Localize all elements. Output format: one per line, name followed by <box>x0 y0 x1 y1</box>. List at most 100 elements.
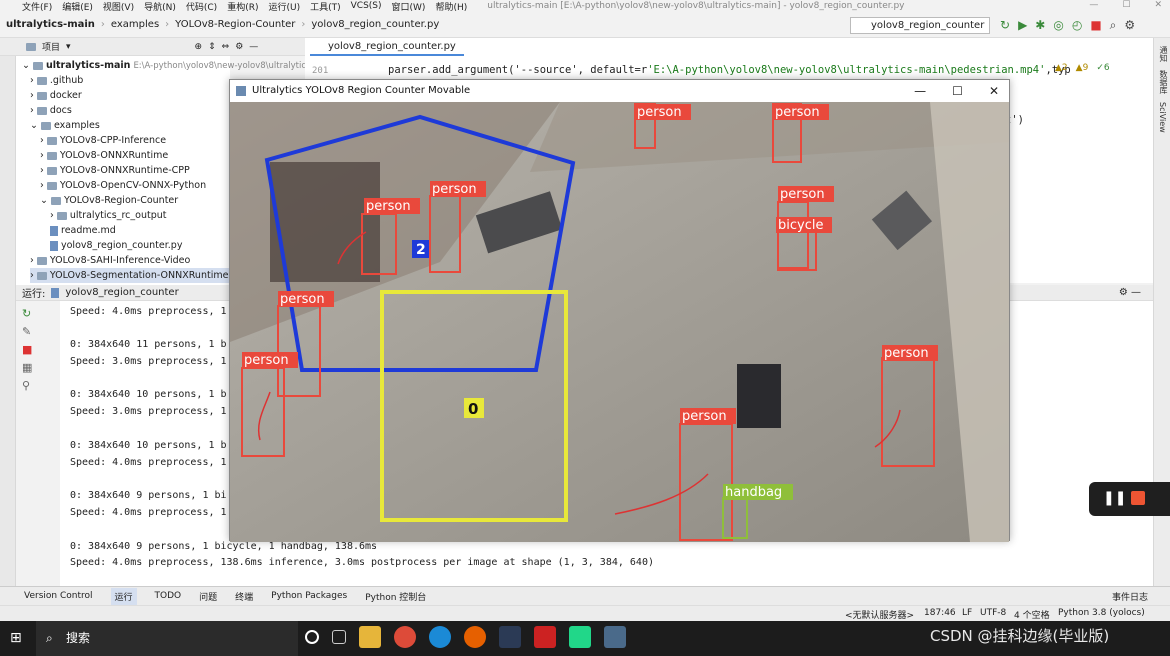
taskbar-search[interactable]: ⌕ 搜索 <box>36 621 298 656</box>
notifications-tab[interactable]: 通知 <box>1158 46 1169 62</box>
status-interpreter[interactable]: Python 3.8 (yolocs) <box>1058 608 1145 618</box>
coverage-icon[interactable]: ◎ <box>1053 18 1063 33</box>
tree-item[interactable]: › YOLOv8-CPP-Inference <box>40 133 166 148</box>
minimize-icon[interactable]: — <box>914 80 926 102</box>
menu-item[interactable]: VCS(S) <box>351 1 382 11</box>
task-view-icon[interactable] <box>332 630 346 644</box>
tree-item[interactable]: › YOLOv8-OpenCV-ONNX-Python <box>40 178 206 193</box>
sciview-tab[interactable]: SciView <box>1158 102 1167 133</box>
app-icon[interactable] <box>499 626 521 648</box>
search-icon[interactable]: ⌕ <box>1110 18 1117 33</box>
tree-item[interactable]: › YOLOv8-ONNXRuntime-CPP <box>40 163 190 178</box>
recorder-icon[interactable] <box>534 626 556 648</box>
pause-icon[interactable]: ❚❚ <box>1103 490 1126 506</box>
breadcrumb-item[interactable]: yolov8_region_counter.py <box>311 19 439 30</box>
stop-icon[interactable]: ■ <box>1090 18 1101 33</box>
stop-icon[interactable]: ■ <box>22 343 60 356</box>
close-icon[interactable]: ✕ <box>989 80 999 102</box>
menu-item[interactable]: 窗口(W) <box>392 0 426 13</box>
tab-python-packages[interactable]: Python Packages <box>271 591 347 601</box>
collapse-icon[interactable]: ⇕ <box>208 42 216 52</box>
tree-item[interactable]: › YOLOv8-ONNXRuntime <box>40 148 168 163</box>
tree-item[interactable]: › YOLOv8-Segmentation-ONNXRuntime <box>30 268 230 283</box>
status-position[interactable]: 187:46 <box>924 608 956 618</box>
status-encoding[interactable]: UTF-8 <box>980 608 1006 618</box>
tree-item[interactable]: › ultralytics_rc_output <box>50 208 166 223</box>
event-log[interactable]: 事件日志 <box>1112 590 1148 603</box>
menu-item[interactable]: 视图(V) <box>103 0 134 13</box>
gear-icon[interactable]: ⚙ — <box>1119 287 1141 298</box>
chrome-icon[interactable] <box>394 626 416 648</box>
hide-icon[interactable]: — <box>249 42 258 52</box>
cortana-icon[interactable] <box>305 630 319 644</box>
stop-record-icon[interactable] <box>1131 491 1145 505</box>
rerun-icon[interactable]: ↻ <box>22 307 60 320</box>
video-frame[interactable]: 2 0 person person person person person b… <box>230 102 1009 542</box>
chevron-down-icon[interactable]: ▾ <box>66 42 71 52</box>
editor-tab[interactable]: yolov8_region_counter.py <box>310 40 464 56</box>
tree-item[interactable]: › .github <box>30 73 83 88</box>
tree-item[interactable]: ⌄ YOLOv8-Region-Counter <box>40 193 178 208</box>
menu-item[interactable]: 工具(T) <box>310 0 341 13</box>
project-panel-header: 项目 ▾ ⊕ ⇕ ⇔ ⚙ — <box>0 38 305 56</box>
tab-version-control[interactable]: Version Control <box>24 591 93 601</box>
tab-python-console[interactable]: Python 控制台 <box>365 590 426 603</box>
cv-window-title[interactable]: Ultralytics YOLOv8 Region Counter Movabl… <box>230 80 1009 102</box>
tree-root[interactable]: ⌄ ultralytics-main E:\A-python\yolov8\new-… <box>22 58 306 73</box>
tab-run[interactable]: 运行 <box>110 587 137 605</box>
close-icon[interactable]: ✕ <box>1154 0 1162 12</box>
breadcrumb-item[interactable]: ultralytics-main <box>6 19 95 30</box>
breadcrumb-item[interactable]: examples <box>111 19 159 30</box>
menu-item[interactable]: 导航(N) <box>144 0 176 13</box>
status-server[interactable]: <无默认服务器> <box>845 608 914 621</box>
wrench-icon[interactable]: ✎ <box>22 325 60 338</box>
gear-icon[interactable]: ⚙ <box>1124 18 1135 33</box>
gear-icon[interactable]: ⚙ <box>235 42 243 52</box>
tab-problems[interactable]: 问题 <box>199 590 217 603</box>
maximize-icon[interactable]: ☐ <box>1122 0 1130 12</box>
tree-item[interactable]: yolov8_region_counter.py <box>50 238 182 253</box>
debug-icon[interactable]: ✱ <box>1035 18 1045 33</box>
status-line-ending[interactable]: LF <box>962 608 972 618</box>
inspection-widget[interactable]: ▲2 ▲9 ✓6 <box>1055 63 1110 73</box>
run-icon[interactable]: ▶ <box>1018 18 1027 33</box>
firefox-icon[interactable] <box>464 626 486 648</box>
tree-item[interactable]: › docs <box>30 103 72 118</box>
folder-icon <box>26 42 36 51</box>
edge-icon[interactable] <box>429 626 451 648</box>
minimize-icon[interactable]: — <box>1089 0 1098 12</box>
console-line: Speed: 3.0ms preprocess, 1 <box>70 406 227 417</box>
menu-item[interactable]: 文件(F) <box>22 0 52 13</box>
tab-todo[interactable]: TODO <box>155 591 182 601</box>
tree-item[interactable]: ⌄ examples <box>30 118 100 133</box>
expand-icon[interactable]: ⇔ <box>222 42 230 52</box>
profile-icon[interactable]: ◴ <box>1072 18 1082 33</box>
project-header-label[interactable]: 项目 <box>42 40 60 53</box>
breadcrumb-item[interactable]: YOLOv8-Region-Counter <box>175 19 295 30</box>
target-icon[interactable]: ⊕ <box>195 42 203 52</box>
pin-icon[interactable]: ⚲ <box>22 379 60 392</box>
layout-icon[interactable]: ▦ <box>22 361 60 374</box>
opencv-window-icon[interactable] <box>604 626 626 648</box>
menu-item[interactable]: 运行(U) <box>268 0 300 13</box>
rerun-icon[interactable]: ↻ <box>1000 18 1010 33</box>
maximize-icon[interactable]: ☐ <box>952 80 963 102</box>
menu-item[interactable]: 帮助(H) <box>435 0 467 13</box>
menu-item[interactable]: 重构(R) <box>227 0 258 13</box>
status-indent[interactable]: 4 个空格 <box>1014 608 1050 621</box>
bottom-tool-tabs: Version Control 运行 TODO 问题 终端 Python Pac… <box>0 586 1170 605</box>
tree-item[interactable]: › YOLOv8-SAHI-Inference-Video <box>30 253 190 268</box>
run-config-select[interactable]: yolov8_region_counter <box>850 17 990 34</box>
explorer-icon[interactable] <box>359 626 381 648</box>
python-file-icon <box>51 287 60 298</box>
tree-item[interactable]: › docker <box>30 88 82 103</box>
tree-item[interactable]: readme.md <box>50 223 116 238</box>
menu-item[interactable]: 代码(C) <box>186 0 217 13</box>
database-tab[interactable]: 数据库 <box>1158 70 1169 94</box>
tab-terminal[interactable]: 终端 <box>235 590 253 603</box>
code-line[interactable]: parser.add_argument('--source', default=… <box>388 64 1071 76</box>
run-tab[interactable]: yolov8_region_counter <box>65 287 178 298</box>
windows-start-icon[interactable]: ⊞ <box>10 630 22 646</box>
pycharm-icon[interactable] <box>569 626 591 648</box>
menu-item[interactable]: 编辑(E) <box>62 0 93 13</box>
